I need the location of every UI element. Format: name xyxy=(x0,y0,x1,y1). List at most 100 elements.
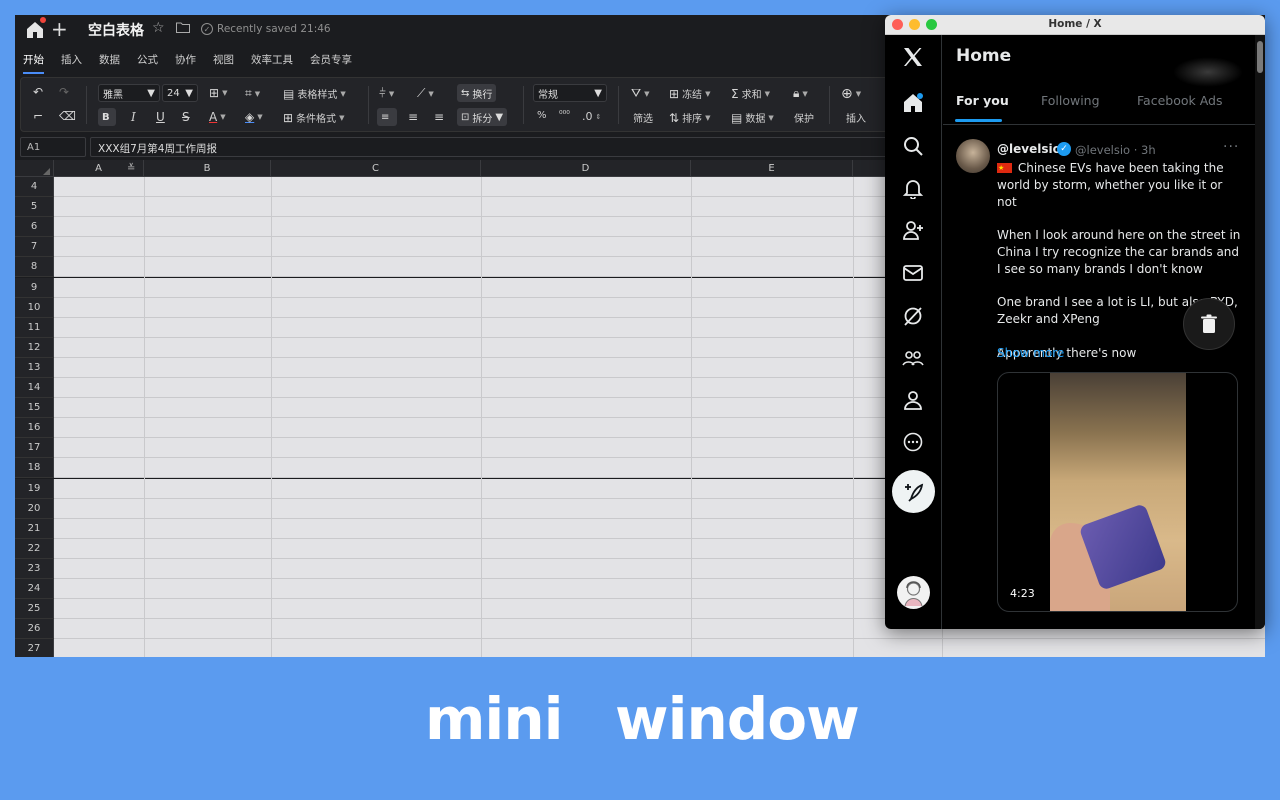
tab-following[interactable]: Following xyxy=(1041,93,1100,108)
window-titlebar[interactable]: Home / X xyxy=(885,15,1265,35)
row-number[interactable]: 19 xyxy=(15,478,54,499)
scrollbar[interactable] xyxy=(1255,35,1265,629)
tweet-video[interactable]: 4:23 xyxy=(997,372,1238,612)
protect-label[interactable]: 保护 xyxy=(794,110,814,125)
menu-collab[interactable]: 协作 xyxy=(175,49,196,71)
undo-icon[interactable]: ↶ xyxy=(33,85,43,99)
borders-button[interactable]: ⊞ ▼ xyxy=(209,86,227,100)
row-number[interactable]: 25 xyxy=(15,599,54,620)
decimal-button[interactable]: .0 ⇕ xyxy=(582,110,601,123)
row-number[interactable]: 10 xyxy=(15,297,54,318)
insert-dropdown[interactable]: ⊕ ▼ xyxy=(841,86,861,102)
eraser-icon[interactable]: ⌫ xyxy=(59,109,76,123)
bold-button[interactable]: B xyxy=(98,108,116,126)
wrap-text-button[interactable]: ⇆ 换行 xyxy=(457,84,497,102)
table-row[interactable]: 27 xyxy=(15,639,1265,657)
row-number[interactable]: 23 xyxy=(15,558,54,579)
row-cells[interactable] xyxy=(54,639,1265,657)
menu-efficiency[interactable]: 效率工具 xyxy=(251,49,293,71)
row-number[interactable]: 13 xyxy=(15,357,54,378)
percent-button[interactable]: % xyxy=(537,110,547,121)
table-style-button[interactable]: ▤ 表格样式 ▼ xyxy=(283,86,346,102)
tab-facebook-ads[interactable]: Facebook Ads xyxy=(1137,93,1223,108)
menu-data[interactable]: 数据 xyxy=(99,49,120,71)
scrollbar-thumb[interactable] xyxy=(1257,41,1263,73)
search-icon[interactable] xyxy=(902,135,924,157)
font-name-select[interactable]: 雅黑 ▼ xyxy=(98,84,160,102)
doc-title[interactable]: 空白表格 xyxy=(88,20,144,40)
strikethrough-button[interactable]: S xyxy=(182,110,190,124)
filter-dropdown[interactable]: ⛛ ▼ xyxy=(631,86,649,101)
tab-for-you[interactable]: For you xyxy=(956,93,1009,108)
font-size-select[interactable]: 24 ▼ xyxy=(162,84,198,102)
show-more-link[interactable]: Show more xyxy=(997,346,1064,360)
row-number[interactable]: 7 xyxy=(15,237,54,258)
row-number[interactable]: 6 xyxy=(15,217,54,238)
redo-icon[interactable]: ↷ xyxy=(59,85,69,99)
compose-post-button[interactable] xyxy=(892,470,935,513)
home-icon[interactable] xyxy=(25,20,45,40)
row-number[interactable]: 14 xyxy=(15,378,54,399)
folder-icon[interactable] xyxy=(176,22,190,33)
follow-icon[interactable] xyxy=(902,219,924,241)
menu-start[interactable]: 开始 xyxy=(23,49,44,74)
mail-icon[interactable] xyxy=(902,262,924,284)
select-all-corner[interactable] xyxy=(15,160,54,177)
menu-formula[interactable]: 公式 xyxy=(137,49,158,71)
menu-view[interactable]: 视图 xyxy=(213,49,234,71)
communities-icon[interactable] xyxy=(902,347,924,369)
format-painter-icon[interactable]: ⌐ xyxy=(33,109,43,123)
align-right-button[interactable]: ≡ xyxy=(434,110,444,124)
data-button[interactable]: ▤ 数据 ▼ xyxy=(731,110,774,126)
row-number[interactable]: 18 xyxy=(15,458,54,479)
fill-color-button[interactable]: ◈ ▼ xyxy=(245,110,263,124)
delete-button[interactable] xyxy=(1183,298,1235,350)
valign-button[interactable]: ⫩ ▼ xyxy=(379,86,394,101)
number-format-select[interactable]: 常规 ▼ xyxy=(533,84,607,102)
row-number[interactable]: 27 xyxy=(15,639,54,657)
tweet-author-name[interactable]: @levelsio xyxy=(997,142,1061,156)
protect-dropdown[interactable]: 🔒︎ ▼ xyxy=(793,86,808,101)
row-number[interactable]: 26 xyxy=(15,619,54,640)
italic-button[interactable]: I xyxy=(131,110,136,124)
row-number[interactable]: 12 xyxy=(15,337,54,358)
column-header-b[interactable]: B xyxy=(144,160,271,177)
filter-icon[interactable]: ≚ xyxy=(127,163,135,174)
row-number[interactable]: 24 xyxy=(15,579,54,600)
filter-label[interactable]: 筛选 xyxy=(633,110,653,125)
menu-member[interactable]: 会员专享 xyxy=(310,49,352,71)
thousands-icon[interactable]: ⁰⁰⁰ xyxy=(559,110,570,120)
row-number[interactable]: 11 xyxy=(15,317,54,338)
more-circle-icon[interactable] xyxy=(902,431,924,453)
align-left-button[interactable]: ≡ xyxy=(377,108,397,126)
row-number[interactable]: 16 xyxy=(15,418,54,439)
row-number[interactable]: 22 xyxy=(15,538,54,559)
tweet-author-avatar[interactable] xyxy=(956,139,990,173)
row-number[interactable]: 17 xyxy=(15,438,54,459)
freeze-button[interactable]: ⊞ 冻结 ▼ xyxy=(669,86,710,102)
grok-icon[interactable] xyxy=(902,305,924,327)
tweet[interactable]: @levelsio ✓ @levelsio · 3h ··· Chinese E… xyxy=(943,127,1255,629)
cond-format-button[interactable]: ⊞ 条件格式 ▼ xyxy=(283,110,344,126)
split-button[interactable]: ⊡ 拆分 ▼ xyxy=(457,108,508,126)
bell-icon[interactable] xyxy=(902,177,924,199)
row-number[interactable]: 15 xyxy=(15,398,54,419)
underline-button[interactable]: U xyxy=(156,110,165,124)
sort-button[interactable]: ⇅ 排序 ▼ xyxy=(669,110,710,126)
row-number[interactable]: 9 xyxy=(15,277,54,298)
text-rotate-button[interactable]: ⟋ ▼ xyxy=(417,86,434,101)
menu-insert[interactable]: 插入 xyxy=(61,49,82,71)
x-logo-icon[interactable] xyxy=(901,45,925,69)
column-header-d[interactable]: D xyxy=(481,160,691,177)
tweet-handle-time[interactable]: @levelsio · 3h xyxy=(1075,143,1156,157)
profile-icon[interactable] xyxy=(902,389,924,411)
row-number[interactable]: 5 xyxy=(15,197,54,218)
column-header-e[interactable]: E xyxy=(691,160,853,177)
insert-label[interactable]: 插入 xyxy=(846,110,866,125)
row-number[interactable]: 4 xyxy=(15,177,54,198)
font-color-button[interactable]: A ▼ xyxy=(209,110,226,124)
column-header-c[interactable]: C xyxy=(271,160,481,177)
account-avatar[interactable] xyxy=(897,576,930,609)
home-icon[interactable] xyxy=(902,92,924,114)
align-center-button[interactable]: ≡ xyxy=(408,110,418,124)
